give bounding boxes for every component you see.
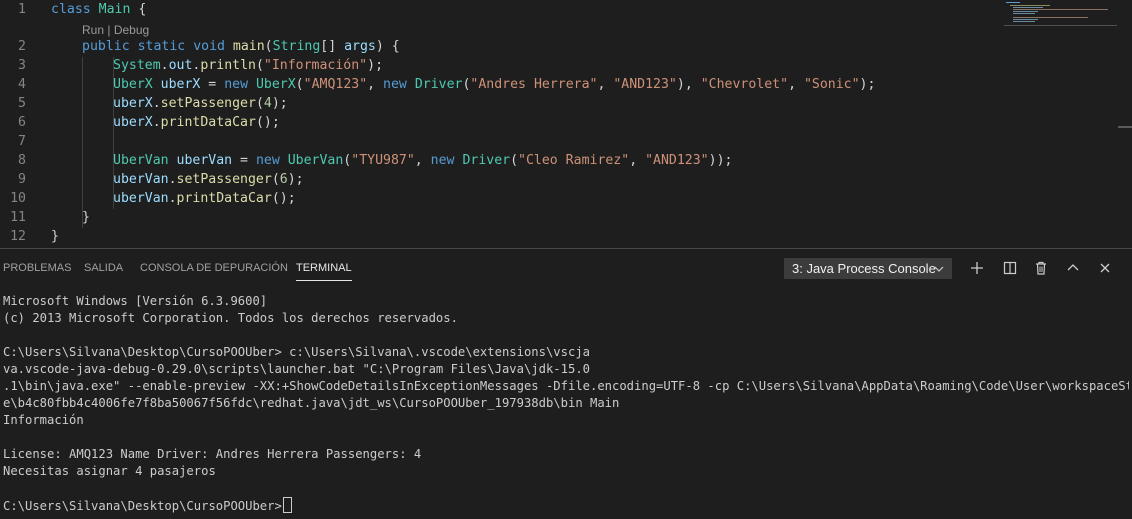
code-line-5[interactable]: 5 uberX.setPassenger(4); xyxy=(0,94,1000,113)
close-icon xyxy=(1100,263,1110,273)
terminal-line: C:\Users\Silvana\Desktop\CursoPOOUber> c… xyxy=(3,345,590,359)
new-terminal-button[interactable] xyxy=(966,258,988,278)
code-editor[interactable]: 1 class Main { Run | Debug 2 public stat… xyxy=(0,0,1132,248)
code-text: uberVan.printDataCar(); xyxy=(113,191,296,206)
line-number: 6 xyxy=(18,115,26,130)
terminal-line: (c) 2013 Microsoft Corporation. Todos lo… xyxy=(3,311,458,325)
tab-terminal[interactable]: TERMINAL xyxy=(296,261,352,281)
terminal-cursor xyxy=(282,497,292,513)
terminal-line: va.vscode-java-debug-0.29.0\scripts\laun… xyxy=(3,362,590,376)
code-text: uberX.printDataCar(); xyxy=(113,115,280,130)
split-terminal-button[interactable] xyxy=(999,258,1021,278)
trash-icon xyxy=(1036,261,1046,275)
panel-tabs: PROBLEMAS SALIDA CONSOLA DE DEPURACIÓN T… xyxy=(0,249,760,287)
line-number: 10 xyxy=(10,191,26,206)
terminal-line: Microsoft Windows [Versión 6.3.9600] xyxy=(3,294,268,308)
code-line-10[interactable]: 10 uberVan.printDataCar(); xyxy=(0,189,1000,208)
code-text: uberVan.setPassenger(6); xyxy=(113,172,304,187)
line-number: 3 xyxy=(18,58,26,73)
line-number: 11 xyxy=(10,210,26,225)
terminal-output[interactable]: Microsoft Windows [Versión 6.3.9600] (c)… xyxy=(3,293,1129,514)
chevron-down-icon xyxy=(934,259,944,283)
code-line-11[interactable]: 11 } xyxy=(0,208,1000,227)
terminal-line: .1\bin\java.exe" --enable-preview -XX:+S… xyxy=(3,379,1129,393)
bottom-panel: PROBLEMAS SALIDA CONSOLA DE DEPURACIÓN T… xyxy=(0,248,1132,519)
line-number: 8 xyxy=(18,153,26,168)
tab-problemas[interactable]: PROBLEMAS xyxy=(3,261,71,275)
code-line-9[interactable]: 9 uberVan.setPassenger(6); xyxy=(0,170,1000,189)
close-panel-button[interactable] xyxy=(1094,258,1116,278)
code-text: class Main { xyxy=(51,2,147,17)
terminal-line: License: AMQ123 Name Driver: Andres Herr… xyxy=(3,447,422,461)
terminal-select-value: 3: Java Process Console xyxy=(792,261,936,276)
line-number: 1 xyxy=(18,2,26,17)
code-text: UberVan uberVan = new UberVan("TYU987", … xyxy=(113,153,733,168)
code-line-7[interactable]: 7 xyxy=(0,132,1000,151)
code-line-1[interactable]: 1 class Main { xyxy=(0,0,1000,19)
terminal-select[interactable]: 3: Java Process Console xyxy=(784,258,952,279)
line-number: 2 xyxy=(18,39,26,54)
code-line-8[interactable]: 8 UberVan uberVan = new UberVan("TYU987"… xyxy=(0,151,1000,170)
codelens-separator: | xyxy=(104,23,114,37)
code-line-6[interactable]: 6 uberX.printDataCar(); xyxy=(0,113,1000,132)
run-codelens[interactable]: Run xyxy=(82,23,104,37)
code-text: } xyxy=(82,210,90,225)
plus-icon xyxy=(971,262,983,274)
codelens: Run | Debug xyxy=(82,22,149,38)
terminal-line: Información xyxy=(3,413,84,427)
code-text: public static void main(String[] args) { xyxy=(82,39,400,54)
line-number: 4 xyxy=(18,77,26,92)
terminal-line: Necesitas asignar 4 pasajeros xyxy=(3,464,216,478)
split-icon xyxy=(1003,261,1017,275)
code-text: UberX uberX = new UberX("AMQ123", new Dr… xyxy=(113,77,876,92)
line-number: 5 xyxy=(18,96,26,111)
chevron-up-icon xyxy=(1067,264,1079,271)
terminal-prompt-line[interactable]: C:\Users\Silvana\Desktop\CursoPOOUber> xyxy=(3,497,1129,514)
code-text: } xyxy=(51,229,59,244)
code-line-2[interactable]: 2 public static void main(String[] args)… xyxy=(0,37,1000,56)
code-text: System.out.println("Información"); xyxy=(113,58,384,73)
maximize-panel-button[interactable] xyxy=(1062,258,1084,278)
terminal-prompt: C:\Users\Silvana\Desktop\CursoPOOUber> xyxy=(3,499,282,513)
scrollbar-marker[interactable] xyxy=(1118,126,1132,128)
terminal-line: e\b4c80fbb4c4006fe7f8ba50067f56fdc\redha… xyxy=(3,396,620,410)
line-number: 7 xyxy=(18,134,26,149)
kill-terminal-button[interactable] xyxy=(1030,258,1052,278)
code-text: uberX.setPassenger(4); xyxy=(113,96,288,111)
minimap-slider[interactable] xyxy=(1004,25,1117,26)
debug-codelens[interactable]: Debug xyxy=(114,23,149,37)
code-line-4[interactable]: 4 UberX uberX = new UberX("AMQ123", new … xyxy=(0,75,1000,94)
tab-consola-depuracion[interactable]: CONSOLA DE DEPURACIÓN xyxy=(140,261,288,275)
line-number: 12 xyxy=(10,229,26,244)
tab-salida[interactable]: SALIDA xyxy=(84,261,123,275)
line-number: 9 xyxy=(18,172,26,187)
code-line-12[interactable]: 12 } xyxy=(0,227,1000,246)
code-line-3[interactable]: 3 System.out.println("Información"); xyxy=(0,56,1000,75)
